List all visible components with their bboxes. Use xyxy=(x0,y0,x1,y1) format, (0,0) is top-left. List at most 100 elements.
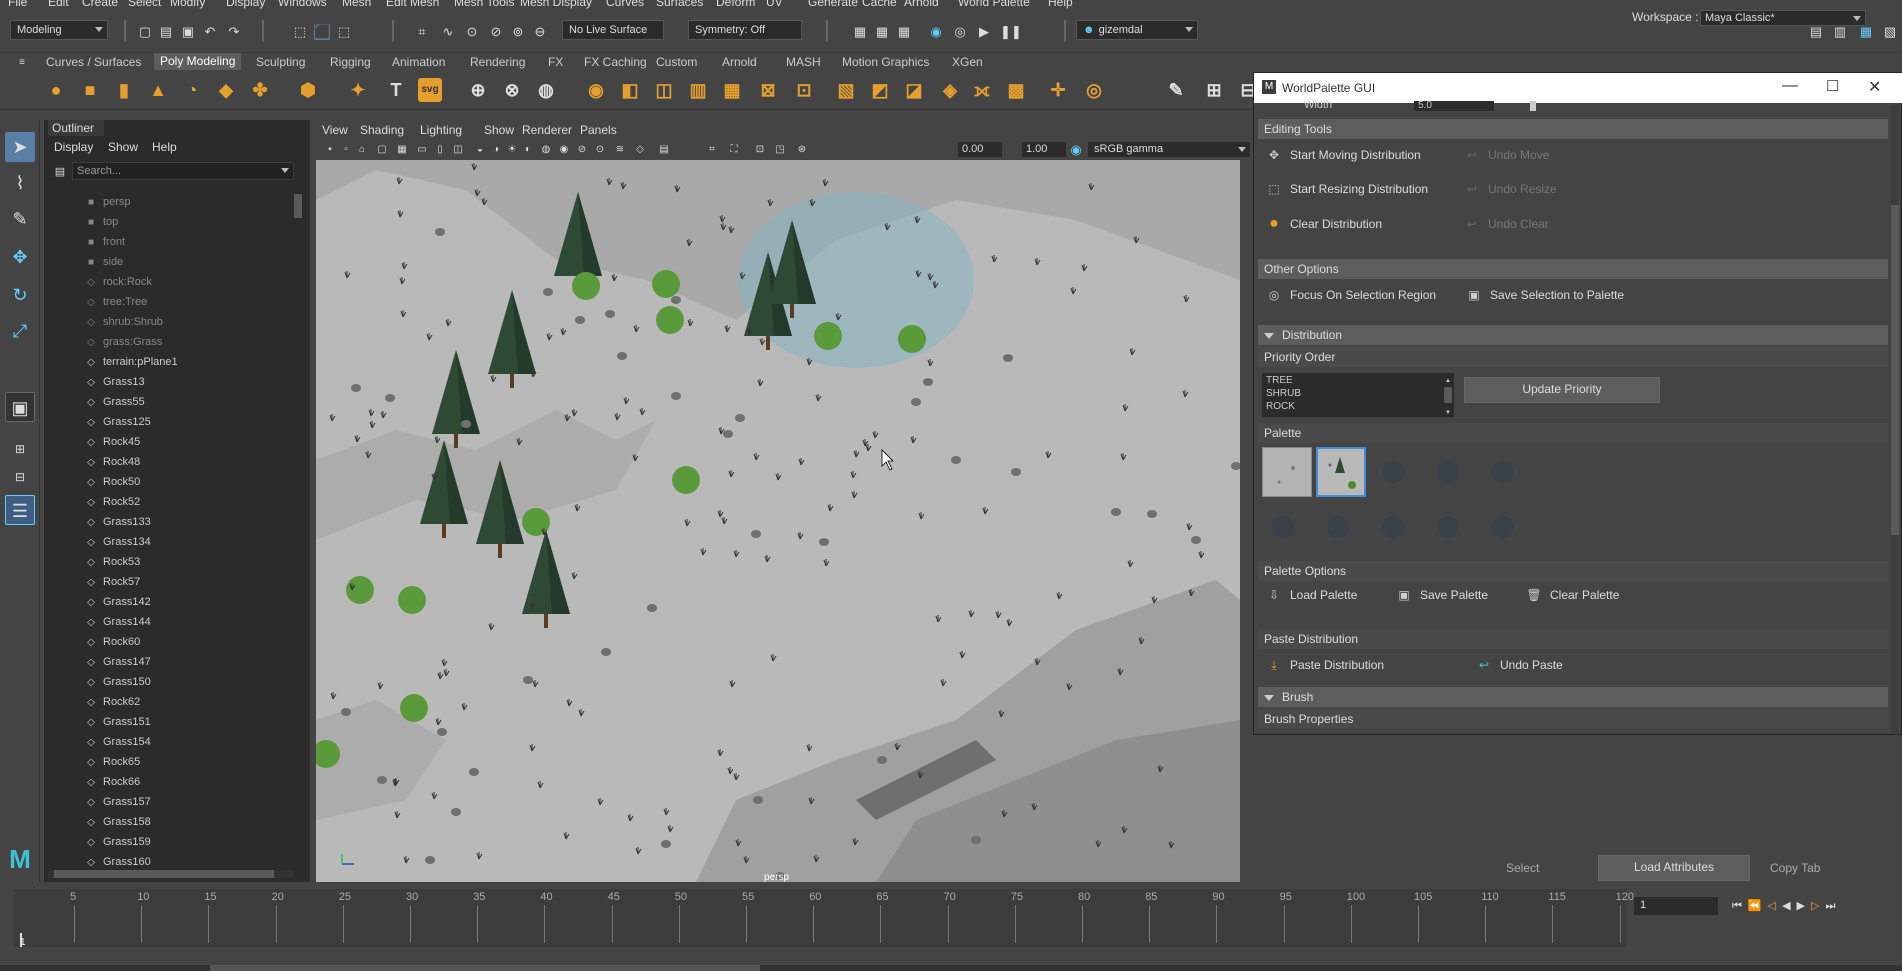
load-attributes-button[interactable]: Load Attributes xyxy=(1598,855,1750,881)
outliner-row[interactable]: ◇ Rock48 xyxy=(84,452,140,472)
outliner-row[interactable]: ◇ Grass157 xyxy=(84,792,151,812)
plane-icon[interactable]: ◆ xyxy=(214,78,238,102)
frame-selected-icon[interactable]: ⊡ xyxy=(752,142,768,158)
undo-resize-button[interactable]: ↩ Undo Resize xyxy=(1462,177,1557,201)
outliner-row[interactable]: ◇ Rock65 xyxy=(84,752,140,772)
outliner-row[interactable]: ◇ shrub:Shrub xyxy=(84,312,163,332)
outliner-row[interactable]: ■ top xyxy=(84,212,118,232)
priority-list-scrollbar[interactable]: ▲ ▼ xyxy=(1444,375,1452,416)
select-tool-icon[interactable]: ➤ xyxy=(5,132,35,162)
extrude-icon[interactable]: ⊡ xyxy=(792,78,816,102)
viewport-menu-shading[interactable]: Shading xyxy=(360,123,404,137)
menu-curves[interactable]: Curves xyxy=(606,0,644,9)
select-object-icon[interactable]: ⬛ xyxy=(314,24,330,40)
viewport-menu-show[interactable]: Show xyxy=(484,123,514,137)
snap-view-icon[interactable]: ⊘ xyxy=(488,24,504,40)
outliner-menu-display[interactable]: Display xyxy=(54,140,93,156)
uv-icon[interactable]: ▩ xyxy=(1004,78,1028,102)
move-tool-icon[interactable]: ✥ xyxy=(5,242,35,272)
priority-item-tree[interactable]: TREE xyxy=(1266,374,1450,387)
outliner-layout-icon[interactable]: ☰ xyxy=(5,495,35,525)
outliner-row[interactable]: ◇ grass:Grass xyxy=(84,332,162,352)
attribute-editor-icon[interactable]: ▧ xyxy=(1882,24,1898,40)
priority-list[interactable]: TREE SHRUB ROCK ▲ ▼ xyxy=(1262,373,1454,417)
snap-edge-icon[interactable]: ⊖ xyxy=(532,24,548,40)
four-view-icon[interactable]: ⊞ xyxy=(5,434,35,464)
scrollbar-thumb[interactable] xyxy=(54,870,274,878)
worldpalette-scrollbar[interactable] xyxy=(1891,105,1899,733)
shelf-tab-rendering[interactable]: Rendering xyxy=(470,55,525,69)
menu-generate[interactable]: Generate xyxy=(808,0,858,9)
fill-hole-icon[interactable]: ▦ xyxy=(720,78,744,102)
palette-empty-slot[interactable] xyxy=(1327,516,1349,538)
snap-grid-icon[interactable]: ⌗ xyxy=(414,24,430,40)
layout-icon[interactable]: ▥ xyxy=(1832,24,1848,40)
shelf-tab-poly-modeling[interactable]: Poly Modeling xyxy=(154,53,242,70)
combine-icon[interactable]: ⊕ xyxy=(466,78,490,102)
pause-render-icon[interactable]: ❚❚ xyxy=(1000,24,1022,40)
color-management-icon[interactable]: ◉ xyxy=(1068,142,1084,158)
outliner-menu-show[interactable]: Show xyxy=(108,140,138,156)
viewport-menu-lighting[interactable]: Lighting xyxy=(420,123,462,137)
svg-icon[interactable]: svg xyxy=(418,78,442,102)
maximize-icon[interactable]: ☐ xyxy=(1826,77,1839,95)
smooth-shade-icon[interactable]: ◒ xyxy=(472,142,488,158)
boolean-icon[interactable]: ◈ xyxy=(938,78,962,102)
outliner-row[interactable]: ◇ Grass158 xyxy=(84,812,151,832)
xray-icon[interactable]: ⊘ xyxy=(574,142,590,158)
outliner-row[interactable]: ◇ rock:Rock xyxy=(84,272,152,292)
outliner-search-input[interactable]: Search... xyxy=(72,162,294,180)
frame-all-icon[interactable]: ⛶ xyxy=(726,142,742,158)
minimize-icon[interactable]: — xyxy=(1782,77,1798,95)
grid-icon[interactable]: ▦ xyxy=(394,142,410,158)
exposure-field[interactable]: 0.00 xyxy=(958,142,1002,157)
menu-windows[interactable]: Windows xyxy=(278,0,327,9)
image-plane-icon[interactable]: ▢ xyxy=(374,142,390,158)
copy-tab-button[interactable]: Copy Tab xyxy=(1770,861,1820,875)
separate-icon[interactable]: ⊗ xyxy=(500,78,524,102)
user-dropdown[interactable]: ☻ gizemdal xyxy=(1076,20,1198,40)
load-palette-button[interactable]: ⇩ Load Palette xyxy=(1264,583,1357,607)
cone-icon[interactable]: ▲ xyxy=(146,78,170,102)
platonic-icon[interactable]: ⬢ xyxy=(296,78,320,102)
new-scene-icon[interactable]: ▢ xyxy=(137,24,153,40)
viewport-3d[interactable]: persp xyxy=(316,160,1240,882)
lattice-icon[interactable]: ⊞ xyxy=(1202,78,1226,102)
menu-select[interactable]: Select xyxy=(128,0,161,9)
film-gate-icon[interactable]: ▭ xyxy=(414,142,430,158)
paint-select-icon[interactable]: ✎ xyxy=(5,204,35,234)
menu-arnold[interactable]: Arnold xyxy=(904,0,939,9)
resolution-gate-icon[interactable]: ▯ xyxy=(432,142,448,158)
save-selection-button[interactable]: ▣ Save Selection to Palette xyxy=(1464,283,1624,307)
scene-render[interactable] xyxy=(316,160,1240,882)
scale-tool-icon[interactable]: ⤢ xyxy=(5,316,35,346)
textured-icon[interactable]: ◑ xyxy=(488,142,504,158)
redo-icon[interactable]: ↷ xyxy=(226,24,242,40)
palette-empty-slot[interactable] xyxy=(1382,516,1404,538)
menu-mesh-tools[interactable]: Mesh Tools xyxy=(454,0,514,9)
merge-icon[interactable]: ⊠ xyxy=(756,78,780,102)
shelf-tab-arnold[interactable]: Arnold xyxy=(722,55,757,69)
lights-icon[interactable]: ☀ xyxy=(504,142,520,158)
hypershade-icon[interactable]: ◉ xyxy=(928,24,944,40)
shelf-tab-fx-caching[interactable]: FX Caching xyxy=(584,55,647,69)
undo-paste-button[interactable]: ↩ Undo Paste xyxy=(1474,653,1563,677)
text-icon[interactable]: T xyxy=(384,78,408,102)
channel-box-icon[interactable]: ▦ xyxy=(1858,24,1874,40)
append-icon[interactable]: ▥ xyxy=(686,78,710,102)
menu-mesh-display[interactable]: Mesh Display xyxy=(520,0,592,9)
shelf-tab-custom[interactable]: Custom xyxy=(656,55,697,69)
bridge-icon[interactable]: ◫ xyxy=(652,78,676,102)
scroll-down-icon[interactable]: ▼ xyxy=(1445,407,1451,420)
shelf-tab-motion-graphics[interactable]: Motion Graphics xyxy=(842,55,929,69)
outliner-row[interactable]: ◇ Grass150 xyxy=(84,672,151,692)
play-back-icon[interactable]: ◀ xyxy=(1782,900,1796,912)
wireframe-icon[interactable]: ◫ xyxy=(450,142,466,158)
isolate-icon[interactable]: ◉ xyxy=(556,142,572,158)
arnold-render-icon[interactable]: ◎ xyxy=(952,24,968,40)
ipr-render-icon[interactable]: ▦ xyxy=(874,24,890,40)
save-palette-button[interactable]: ▣ Save Palette xyxy=(1394,583,1488,607)
palette-empty-slot[interactable] xyxy=(1437,516,1459,538)
clear-palette-button[interactable]: 🗑 Clear Palette xyxy=(1524,583,1619,607)
smooth-icon[interactable]: ◍ xyxy=(534,78,558,102)
